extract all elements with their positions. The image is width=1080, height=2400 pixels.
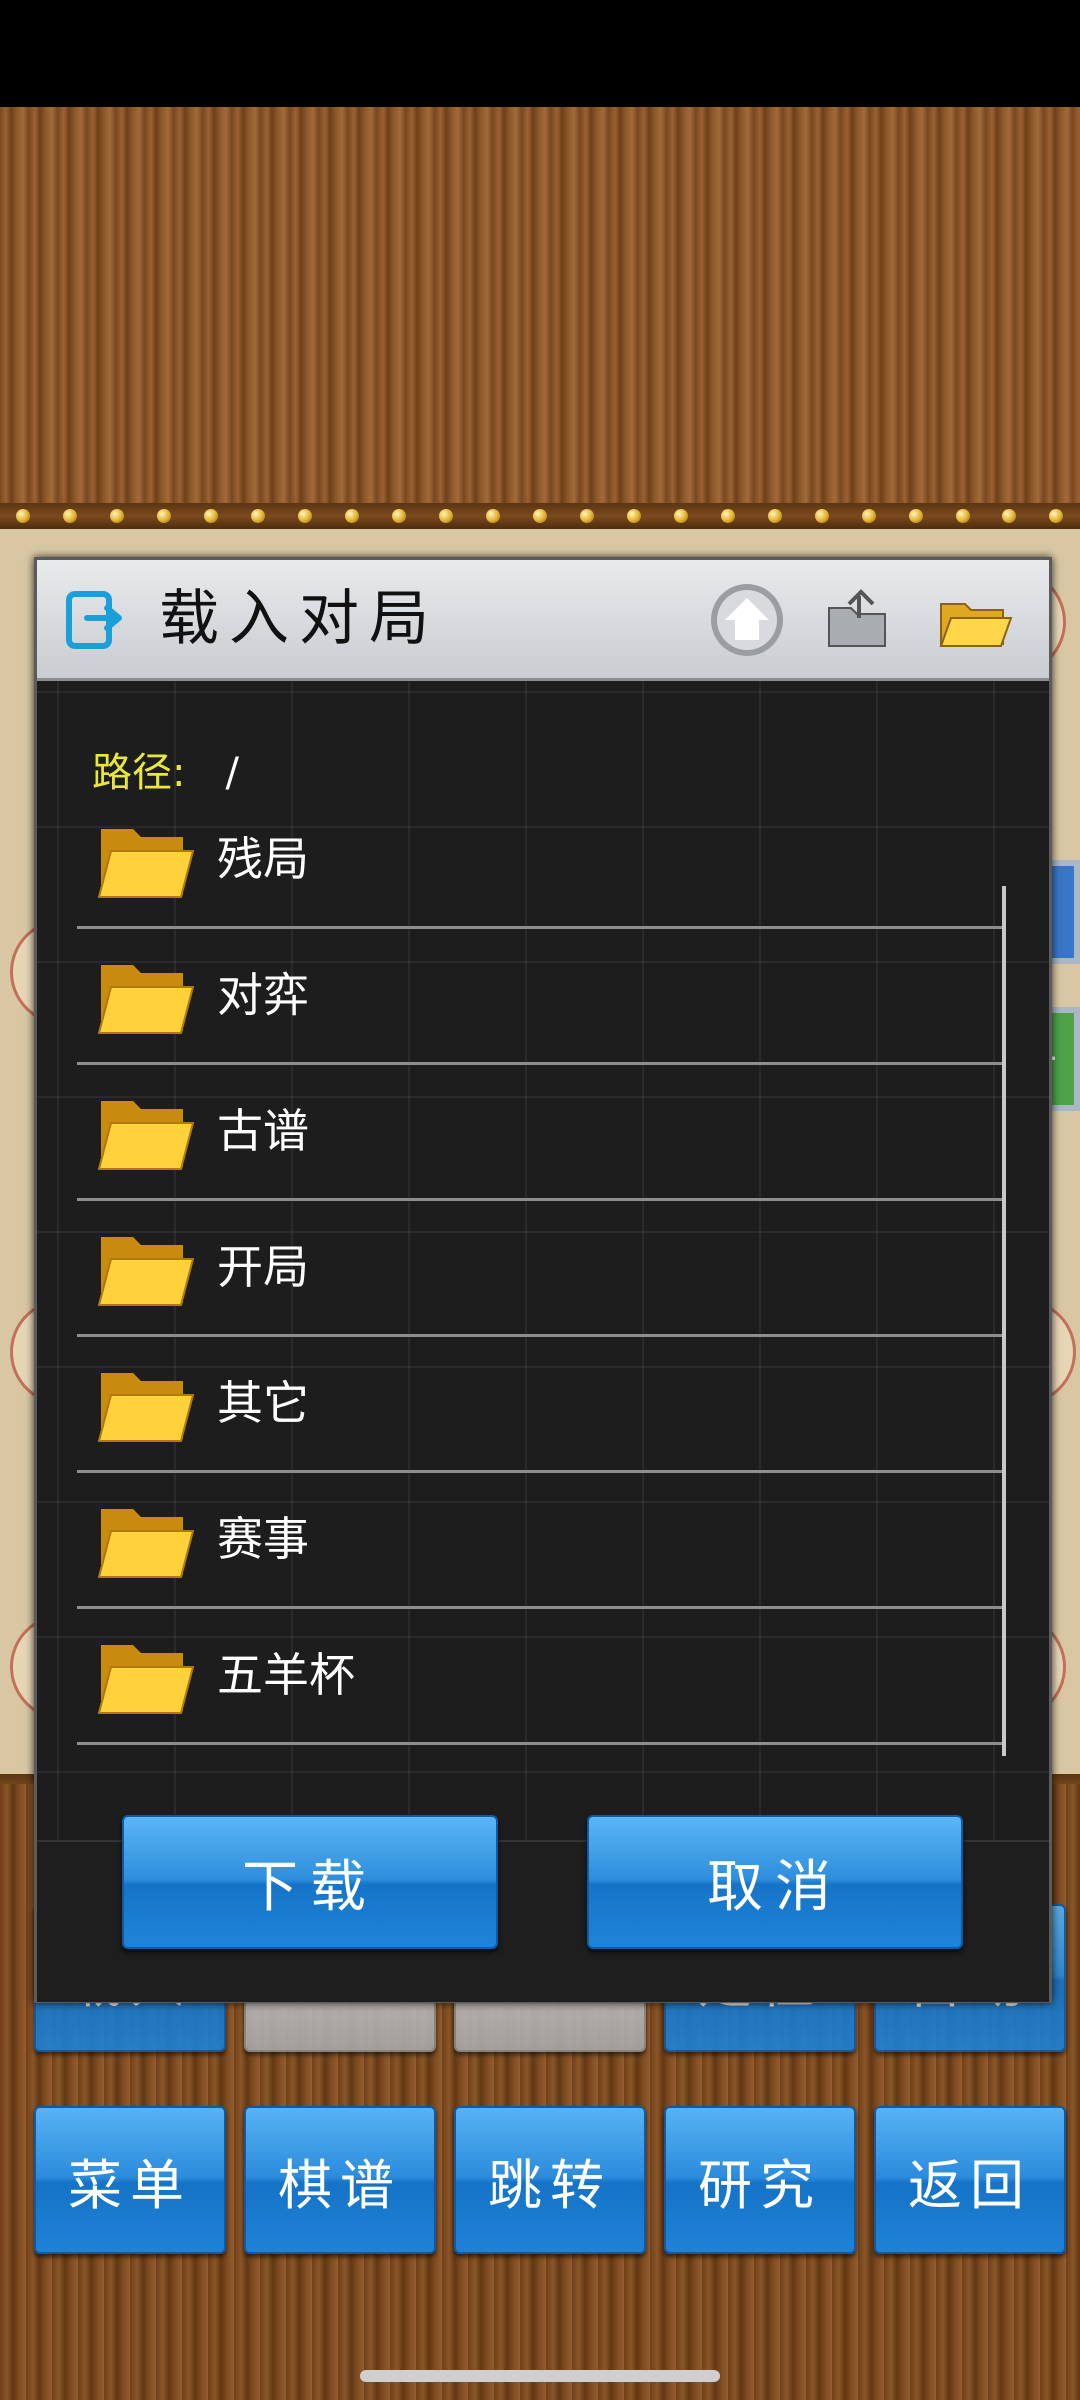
- folder-list: 残局 对弈 古谱 开局 其它 赛事 五羊杯: [77, 793, 1003, 1745]
- list-item[interactable]: 赛事: [77, 1473, 1003, 1609]
- list-item[interactable]: 其它: [77, 1337, 1003, 1473]
- load-file-icon: [66, 591, 122, 649]
- path-row: 路径: /: [92, 740, 239, 798]
- jump-button[interactable]: 跳转: [454, 2106, 646, 2254]
- list-item[interactable]: 残局: [77, 793, 1003, 929]
- path-value: /: [225, 750, 239, 796]
- download-button[interactable]: 下载: [122, 1815, 498, 1949]
- folder-label: 赛事: [217, 1512, 309, 1566]
- list-item[interactable]: 对弈: [77, 929, 1003, 1065]
- dialog-header: 载入对局: [37, 560, 1049, 681]
- parent-folder-icon[interactable]: [823, 582, 899, 658]
- folder-label: 古谱: [217, 1104, 309, 1158]
- dialog-title: 载入对局: [159, 584, 439, 654]
- folder-label: 残局: [217, 832, 309, 886]
- status-bar: [0, 0, 1080, 107]
- cancel-button[interactable]: 取消: [587, 1815, 963, 1949]
- wood-top-panel: [0, 107, 1080, 510]
- folder-label: 其它: [217, 1376, 309, 1430]
- menu-button[interactable]: 菜单: [34, 2106, 226, 2254]
- list-item[interactable]: 古谱: [77, 1065, 1003, 1201]
- records-button[interactable]: 棋谱: [244, 2106, 436, 2254]
- folder-icon: [97, 829, 195, 898]
- study-button[interactable]: 研究: [664, 2106, 856, 2254]
- folder-icon: [97, 1509, 195, 1578]
- folder-label: 对弈: [217, 968, 309, 1022]
- brass-strip: [0, 503, 1080, 529]
- folder-label: 五羊杯: [217, 1648, 355, 1702]
- folder-icon: [97, 1101, 195, 1170]
- back-button[interactable]: 返回: [874, 2106, 1066, 2254]
- folder-icon: [97, 965, 195, 1034]
- folder-icon: [97, 1645, 195, 1714]
- load-game-dialog: 载入对局 路径: / 残局 对弈 古谱 开局 其它 赛事 五羊杯 下载 取消: [34, 557, 1052, 2003]
- folder-icon: [97, 1373, 195, 1442]
- list-scrollbar[interactable]: [1002, 886, 1006, 1756]
- home-icon[interactable]: [709, 582, 785, 658]
- open-folder-icon[interactable]: [937, 582, 1013, 658]
- folder-icon: [97, 1237, 195, 1306]
- list-item[interactable]: 开局: [77, 1201, 1003, 1337]
- list-item[interactable]: 五羊杯: [77, 1609, 1003, 1745]
- path-label: 路径:: [92, 750, 186, 796]
- folder-label: 开局: [217, 1240, 309, 1294]
- home-indicator[interactable]: [360, 2370, 720, 2382]
